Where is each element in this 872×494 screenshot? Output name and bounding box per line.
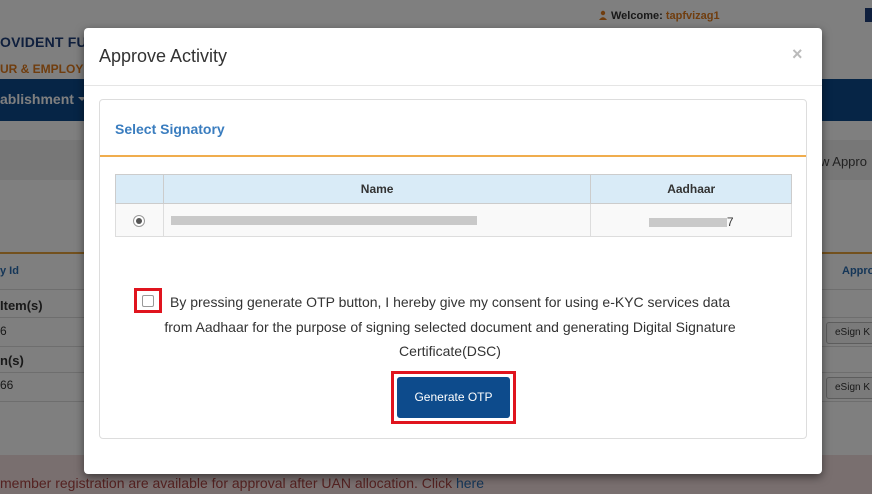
table-header-row: Name Aadhaar [115,174,792,204]
redacted-name [170,216,477,226]
radio-selected-icon [136,217,143,224]
panel-heading: Select Signatory [100,100,806,157]
column-header-select [115,174,164,204]
signatory-radio[interactable] [133,214,146,227]
close-icon[interactable]: × [792,44,803,65]
consent-checkbox-highlight [134,288,162,313]
generate-otp-highlight: Generate OTP [391,371,516,424]
aadhaar-suffix: 7 [726,215,734,229]
generate-otp-button[interactable]: Generate OTP [397,377,510,418]
column-header-name: Name [162,174,592,204]
column-header-aadhaar: Aadhaar [590,174,792,204]
approve-activity-modal: Approve Activity × Select Signatory Name… [84,28,822,474]
modal-header: Approve Activity × [84,28,822,86]
panel-title: Select Signatory [115,121,225,137]
redacted-aadhaar [648,217,727,227]
aadhaar-value: 7 [648,215,734,229]
signatory-table: Name Aadhaar 7 [115,174,792,237]
select-cell [115,203,164,237]
select-signatory-panel: Select Signatory Name Aadhaar 7 By press… [99,99,807,439]
consent-text: By pressing generate OTP button, I hereb… [164,294,736,359]
aadhaar-cell: 7 [590,203,792,237]
table-row[interactable]: 7 [115,203,792,237]
name-cell [162,203,592,237]
checkbox-icon[interactable] [142,295,154,307]
modal-title: Approve Activity [99,46,228,66]
